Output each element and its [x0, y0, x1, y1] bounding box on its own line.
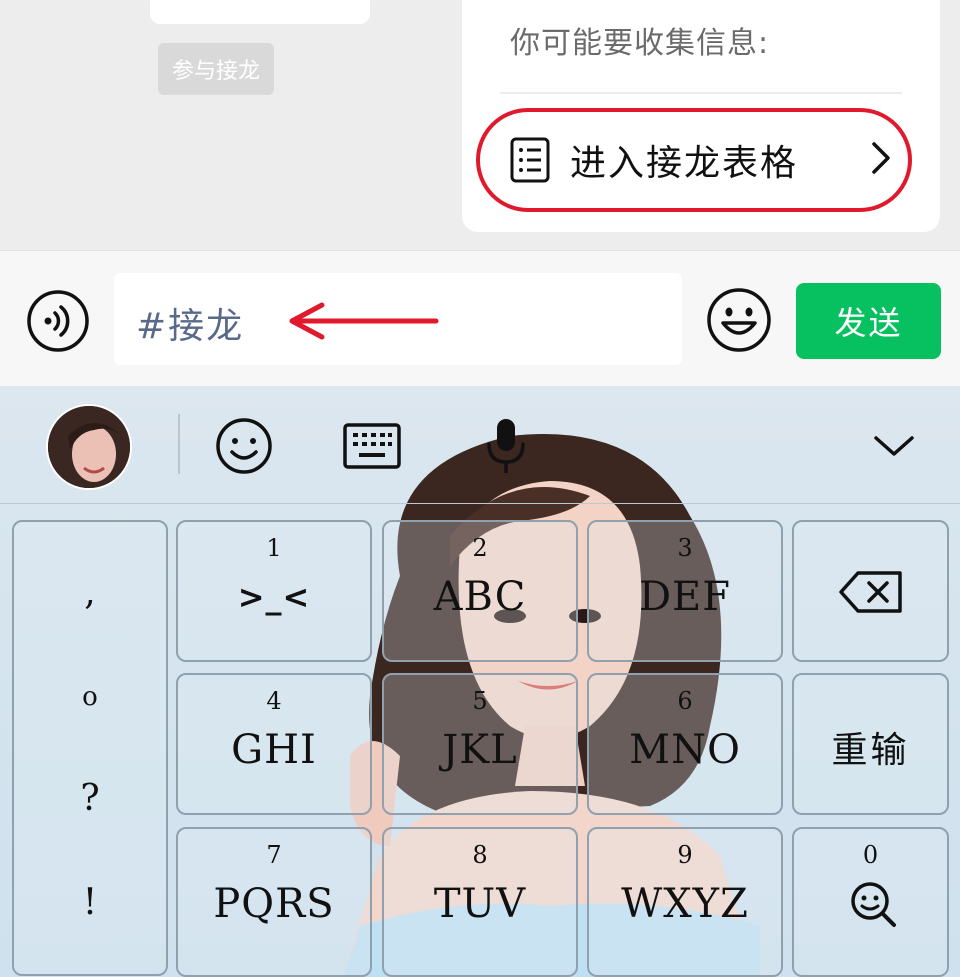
search-smile-icon [851, 882, 896, 927]
key-letters: ABC [433, 574, 527, 620]
key-letters: MNO [629, 727, 741, 773]
smile-icon[interactable] [214, 416, 274, 476]
backspace-icon [839, 571, 902, 613]
key-letters: TUV [433, 881, 527, 927]
key-number: 3 [677, 534, 693, 562]
suggestion-card: 你可能要收集信息: 进入接龙表格 [462, 0, 940, 232]
key-letters: GHI [231, 727, 317, 773]
delete-key[interactable] [792, 520, 949, 662]
exclamation-key[interactable]: ! [14, 882, 166, 923]
emoji-icon[interactable] [706, 287, 772, 353]
key-number: 1 [266, 534, 282, 562]
list-icon [510, 137, 550, 183]
key-number: 8 [472, 841, 488, 869]
input-bar: #接龙 发送 [0, 250, 960, 386]
key-8[interactable]: 8 TUV [382, 827, 578, 977]
key-number: 6 [677, 687, 693, 715]
arrow-left-annotation-icon [289, 302, 439, 340]
key-number: 2 [472, 534, 488, 562]
key-letters: WXYZ [621, 881, 749, 927]
period-key[interactable]: o [14, 682, 166, 712]
keyboard-icon[interactable] [342, 416, 402, 476]
question-key[interactable]: ? [14, 778, 166, 819]
key-5[interactable]: 5 JKL [382, 673, 578, 815]
key-6[interactable]: 6 MNO [587, 673, 783, 815]
keyboard: , o ? ! 1 >_< 2 ABC 3 DEF 4 GHI 5 JKL 6 … [0, 386, 960, 977]
open-solitaire-form-label: 进入接龙表格 [570, 143, 799, 184]
punctuation-key[interactable]: , o ? ! [12, 520, 168, 976]
key-number: 7 [266, 841, 282, 869]
key-number: 0 [862, 841, 879, 869]
send-button[interactable]: 发送 [796, 283, 941, 359]
microphone-icon[interactable] [476, 416, 536, 476]
chat-area: 参与接龙 你可能要收集信息: 进入接龙表格 [0, 0, 960, 250]
key-3[interactable]: 3 DEF [587, 520, 783, 662]
card-hint: 你可能要收集信息: [510, 26, 770, 61]
divider [500, 92, 902, 94]
key-number: 5 [472, 687, 488, 715]
key-7[interactable]: 7 PQRS [176, 827, 372, 977]
key-1[interactable]: 1 >_< [176, 520, 372, 662]
open-solitaire-form-button[interactable]: 进入接龙表格 [476, 108, 912, 212]
key-letters: PQRS [213, 881, 335, 927]
join-solitaire-chip[interactable]: 参与接龙 [158, 43, 274, 95]
key-2[interactable]: 2 ABC [382, 520, 578, 662]
chevron-down-icon[interactable] [866, 422, 922, 470]
clear-key-label: 重输 [831, 730, 910, 771]
clear-key[interactable]: 重输 [792, 673, 949, 815]
key-letters: JKL [442, 727, 518, 773]
avatar-portrait [48, 406, 130, 488]
message-input[interactable]: #接龙 [114, 273, 682, 365]
comma-key[interactable]: , [14, 572, 166, 613]
key-letters: DEF [638, 574, 732, 620]
key-number: 4 [266, 687, 282, 715]
message-bubble[interactable] [150, 0, 370, 24]
key-4[interactable]: 4 GHI [176, 673, 372, 815]
avatar[interactable] [46, 404, 132, 490]
voice-input-icon[interactable] [26, 289, 90, 353]
key-letters: >_< [237, 578, 311, 616]
keyboard-toolbar [0, 386, 960, 504]
toolbar-divider [178, 414, 180, 474]
key-0-search[interactable]: 0 [792, 827, 949, 977]
key-number: 9 [677, 841, 693, 869]
key-9[interactable]: 9 WXYZ [587, 827, 783, 977]
message-input-value: #接龙 [136, 306, 245, 347]
chevron-right-icon [872, 142, 890, 174]
